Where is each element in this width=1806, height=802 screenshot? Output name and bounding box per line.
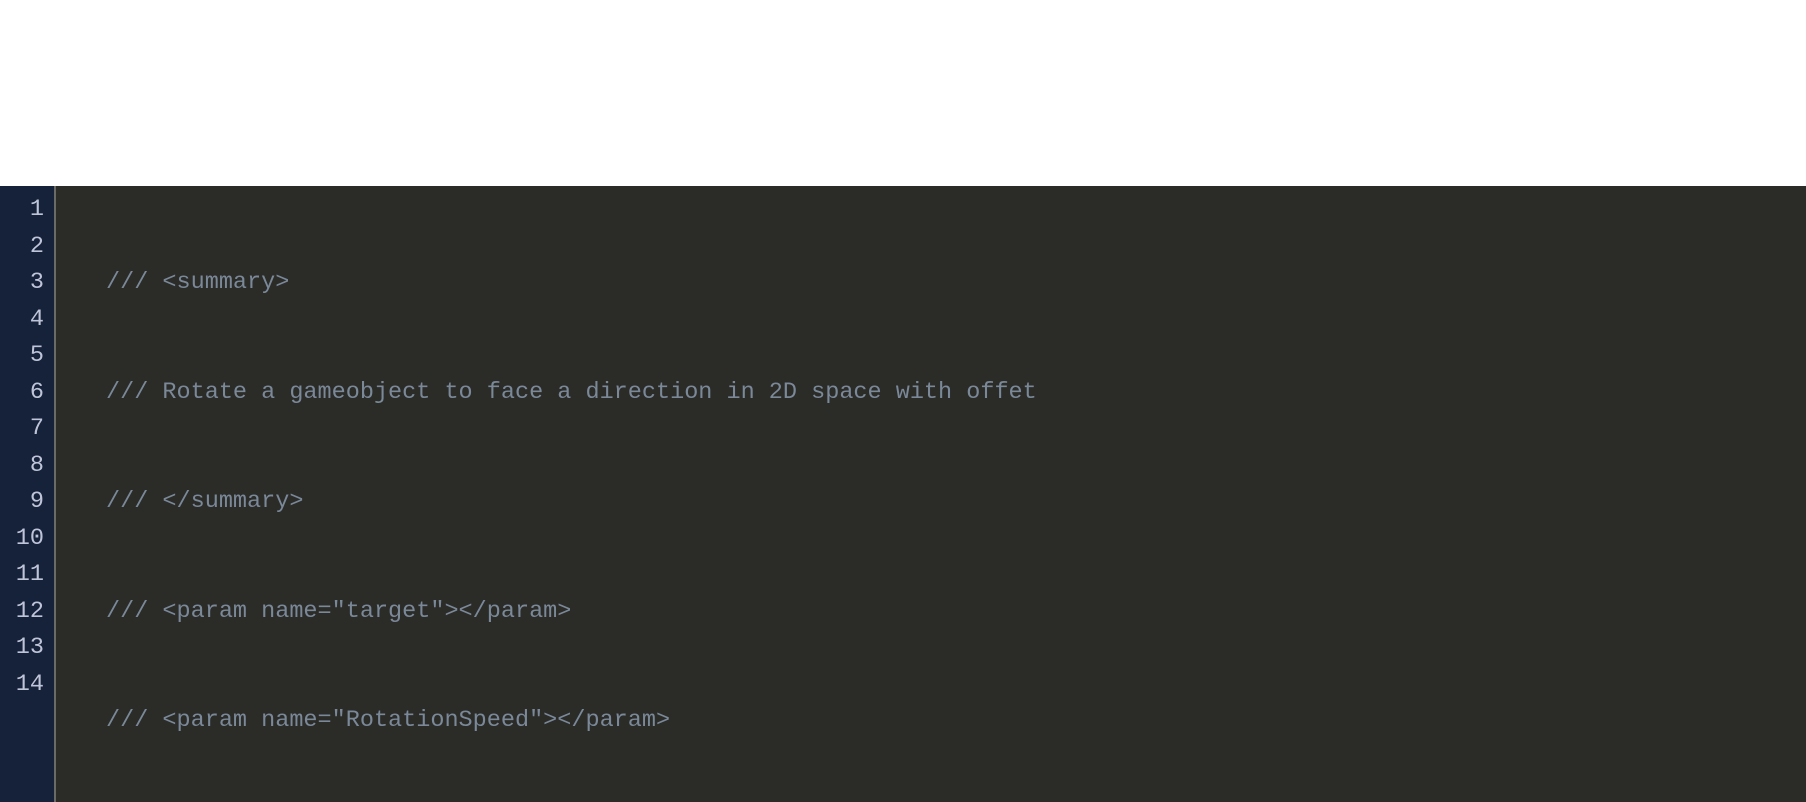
code-line: /// Rotate a gameobject to face a direct… bbox=[62, 375, 1806, 412]
xml-doc-comment: /// </summary> bbox=[106, 488, 303, 515]
line-number: 5 bbox=[8, 338, 46, 375]
line-number: 4 bbox=[8, 302, 46, 339]
code-line: /// <param name="target"></param> bbox=[62, 594, 1806, 631]
line-number: 9 bbox=[8, 484, 46, 521]
blank-area bbox=[0, 0, 1806, 186]
xml-doc-comment: /// <param name="RotationSpeed"></param> bbox=[106, 707, 670, 734]
code-line: /// <summary> bbox=[62, 265, 1806, 302]
line-number: 6 bbox=[8, 375, 46, 412]
line-number: 14 bbox=[8, 667, 46, 704]
line-number: 10 bbox=[8, 521, 46, 558]
xml-doc-comment: /// Rotate a gameobject to face a direct… bbox=[106, 379, 1037, 406]
line-number: 13 bbox=[8, 630, 46, 667]
code-body[interactable]: /// <summary> /// Rotate a gameobject to… bbox=[56, 186, 1806, 802]
xml-doc-comment: /// <summary> bbox=[106, 269, 289, 296]
code-line: /// </summary> bbox=[62, 484, 1806, 521]
line-number: 11 bbox=[8, 557, 46, 594]
line-number: 8 bbox=[8, 448, 46, 485]
line-number: 12 bbox=[8, 594, 46, 631]
code-line: /// <param name="RotationSpeed"></param> bbox=[62, 703, 1806, 740]
line-number: 1 bbox=[8, 192, 46, 229]
line-number: 2 bbox=[8, 229, 46, 266]
xml-doc-comment: /// <param name="target"></param> bbox=[106, 598, 571, 625]
line-number: 7 bbox=[8, 411, 46, 448]
code-editor: 1 2 3 4 5 6 7 8 9 10 11 12 13 14 /// <su… bbox=[0, 186, 1806, 802]
line-number: 3 bbox=[8, 265, 46, 302]
line-number-gutter: 1 2 3 4 5 6 7 8 9 10 11 12 13 14 bbox=[0, 186, 56, 802]
